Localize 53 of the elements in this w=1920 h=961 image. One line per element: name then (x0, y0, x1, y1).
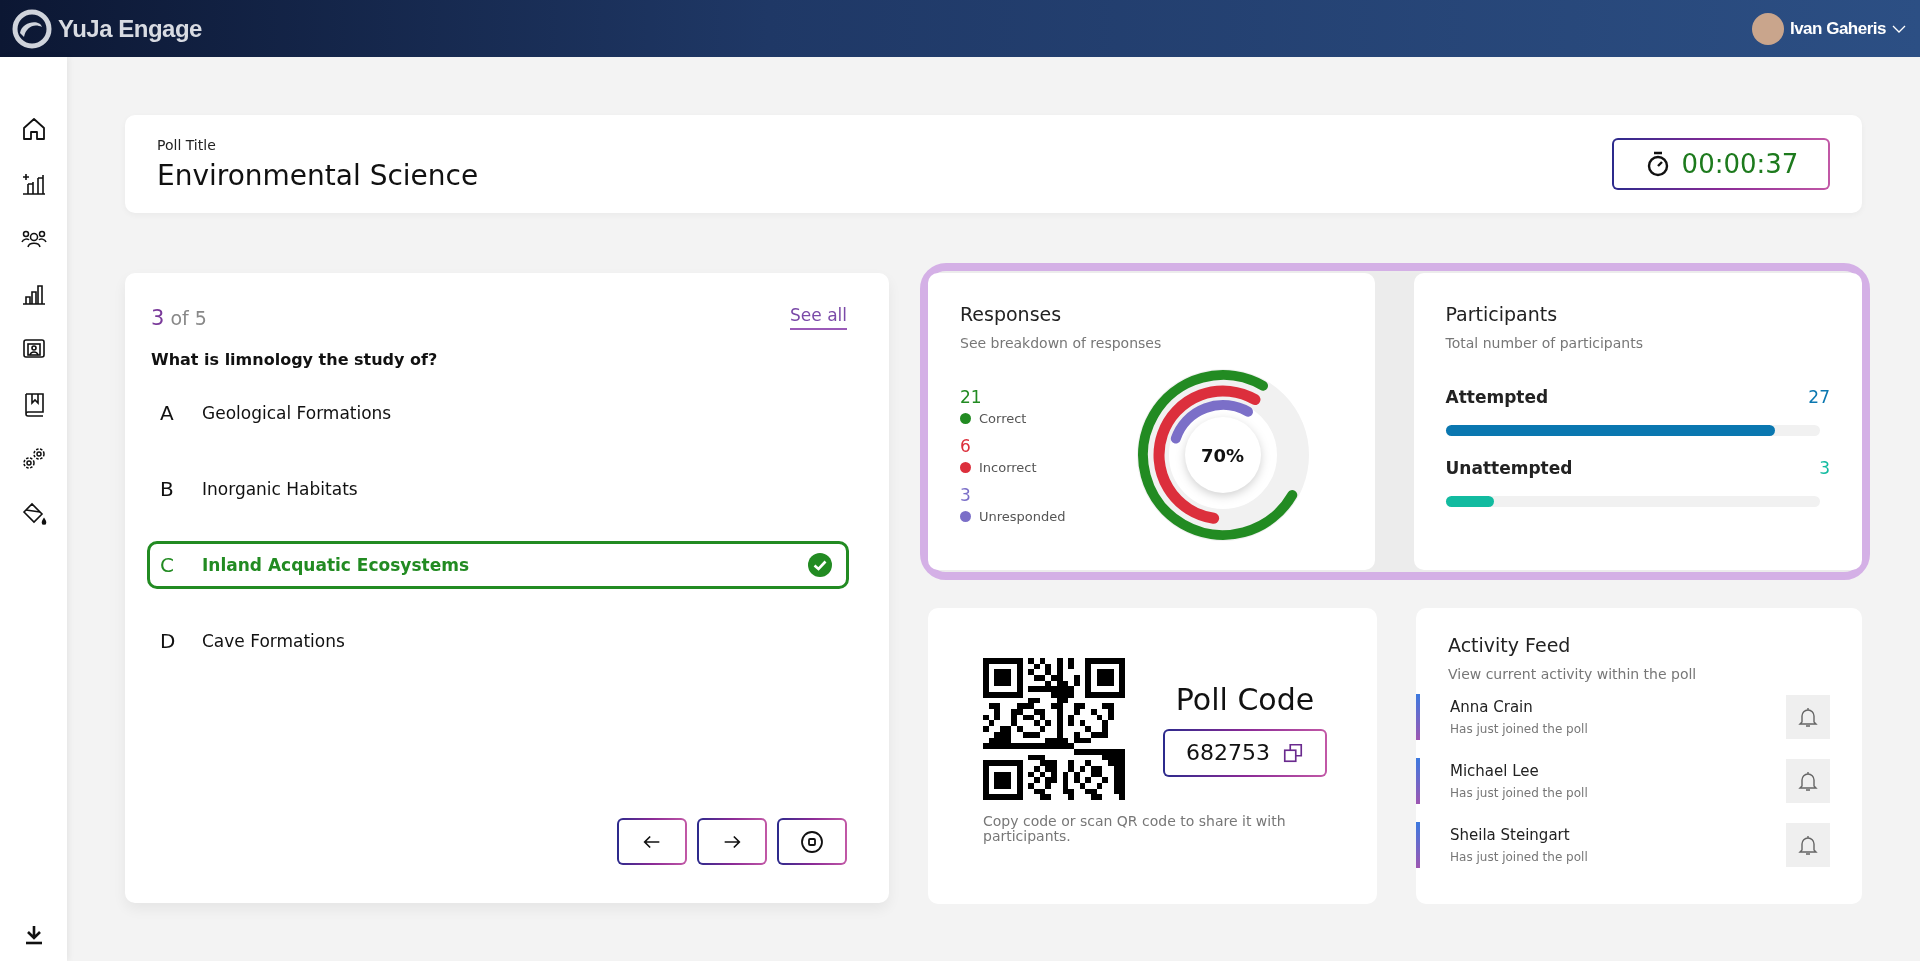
participant-count: 3 (1819, 458, 1830, 478)
notify-button[interactable] (1786, 823, 1830, 867)
card-title: Responses (960, 303, 1063, 325)
card-subtitle: View current activity within the poll (1447, 666, 1698, 682)
participant-count: 27 (1808, 387, 1830, 407)
caret-icon (1892, 24, 1906, 33)
stop-button[interactable] (777, 818, 847, 865)
activity-text: Has just joined the poll (1450, 722, 1588, 736)
response-count: 3 (960, 484, 972, 505)
activity-text: Has just joined the poll (1450, 786, 1588, 800)
notify-button[interactable] (1786, 695, 1830, 739)
card-subtitle: Total number of participants (1445, 335, 1644, 351)
see-all-link[interactable]: See all (790, 305, 847, 330)
response-count: 21 (960, 386, 983, 407)
avatar-icon (1751, 12, 1784, 45)
answer-option[interactable]: B Inorganic Habitats (147, 465, 849, 513)
logo-icon (12, 8, 52, 49)
next-button[interactable] (697, 818, 767, 865)
stop-icon (800, 829, 824, 854)
check-icon (808, 553, 832, 577)
legend-label: Incorrect (979, 459, 1037, 475)
user-menu[interactable]: Ivan Gaheris (1751, 12, 1906, 45)
percentage-label: 70% (1200, 444, 1245, 466)
copy-icon[interactable] (1282, 741, 1304, 764)
participant-label: Attempted (1445, 387, 1549, 407)
bell-icon (1796, 833, 1820, 857)
share-hint: Copy code or scan QR code to share it with participants. (983, 814, 1287, 844)
poll-title-label: Poll Title (157, 136, 217, 153)
timer: 00:00:37 (1612, 138, 1830, 190)
answer-option[interactable]: D Cave Formations (147, 617, 849, 665)
participant-label: Unattempted (1445, 458, 1573, 478)
card-title: Activity Feed (1447, 634, 1572, 656)
response-count: 6 (960, 435, 972, 456)
bell-icon (1796, 769, 1820, 793)
participant-name: Sheila Steingart (1450, 826, 1571, 844)
question-text: What is limnology the study of? (150, 350, 439, 369)
answer-option[interactable]: A Geological Formations (147, 389, 849, 437)
poll-code-heading: Poll Code (1175, 681, 1315, 717)
app-name: YuJa Engage (58, 14, 202, 43)
previous-button[interactable] (617, 818, 687, 865)
bell-icon (1796, 705, 1820, 729)
participant-name: Michael Lee (1450, 762, 1540, 780)
legend-label: Unresponded (979, 508, 1066, 524)
notify-button[interactable] (1786, 759, 1830, 803)
participant-name: Anna Crain (1450, 698, 1534, 716)
answer-option[interactable]: C Inland Acquatic Ecosystems (147, 541, 849, 589)
question-counter: 3 of 5 (151, 306, 207, 330)
poll-title: Environmental Science (157, 158, 479, 192)
card-title: Participants (1445, 303, 1559, 325)
legend-label: Correct (979, 410, 1027, 426)
poll-code-field[interactable]: 682753 (1163, 728, 1327, 777)
activity-text: Has just joined the poll (1450, 850, 1588, 864)
card-subtitle: See breakdown of responses (960, 335, 1163, 351)
